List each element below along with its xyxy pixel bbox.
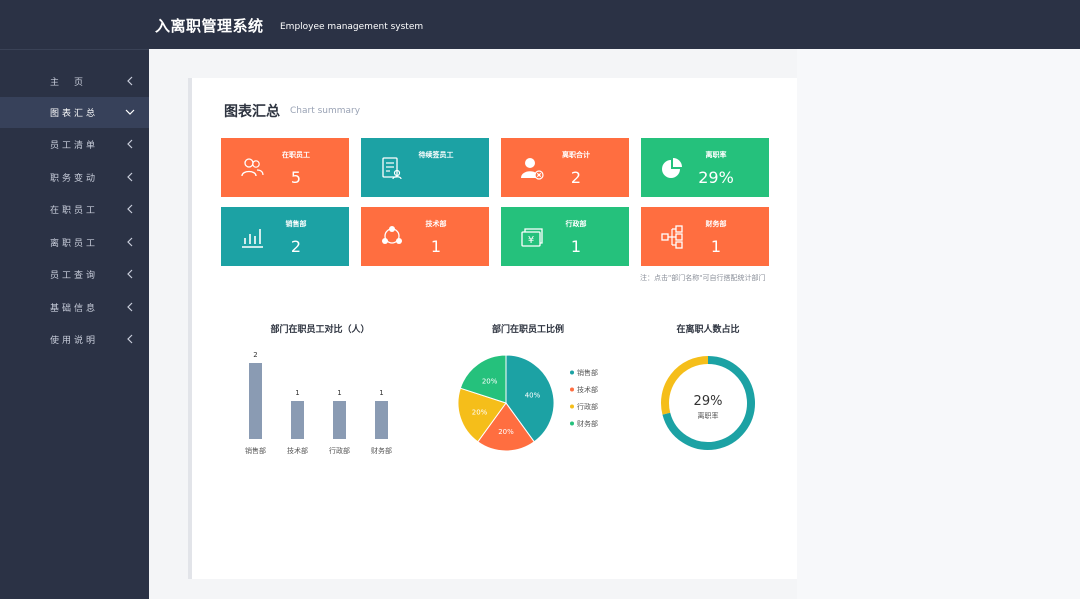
chevron-left-icon — [127, 172, 133, 182]
pie-chart: 40% 20% 20% 20% 销售部技术部行政部财务部 — [457, 354, 598, 452]
tile-value: 29% — [698, 168, 734, 187]
page-title: 图表汇总 — [224, 104, 280, 120]
sidebar: 主 页 图表汇总 员工清单 职务变动 在职员工 离职员工 员工查询 基础信息 使… — [0, 49, 149, 599]
bar-category-label: 行政部 — [329, 446, 350, 455]
pie-slice-label: 40% — [525, 391, 541, 399]
sidebar-item-active-employees[interactable]: 在职员工 — [0, 194, 149, 225]
bar-value-label: 2 — [253, 351, 257, 359]
bar-3[interactable] — [375, 401, 388, 439]
tile-dept-sales[interactable]: 销售部 2 — [221, 207, 349, 266]
tile-label: 财务部 — [705, 220, 727, 228]
tile-dept-tech[interactable]: 技术部 1 — [361, 207, 489, 266]
bar-value-label: 1 — [337, 389, 341, 397]
sidebar-item-employee-search[interactable]: 员工查询 — [0, 259, 149, 290]
pie-slice-label: 20% — [472, 409, 488, 417]
tile-label: 在职员工 — [282, 151, 310, 159]
sidebar-item-chart-summary[interactable]: 图表汇总 — [0, 97, 149, 128]
pie-chart-title: 部门在职员工比例 — [491, 325, 564, 335]
bar-category-label: 财务部 — [371, 446, 392, 455]
tile-value: 2 — [570, 168, 582, 187]
sidebar-item-label: 员工查询 — [50, 271, 99, 281]
legend-marker — [570, 370, 574, 375]
tile-value: 1 — [710, 237, 722, 256]
tile-active-employees[interactable]: 在职员工 5 — [221, 138, 349, 197]
legend-label: 技术部 — [577, 385, 598, 394]
sidebar-item-label: 使用说明 — [50, 336, 99, 346]
tile-pending-renewal[interactable]: 待续签员工 — [361, 138, 489, 197]
chevron-down-icon — [125, 109, 135, 115]
bar-category-label: 技术部 — [287, 446, 308, 455]
donut-center-label: 离职率 — [698, 411, 719, 420]
chevron-left-icon — [127, 139, 133, 149]
page-subtitle: Chart summary — [290, 106, 361, 116]
sidebar-item-label: 图表汇总 — [50, 109, 99, 119]
tile-label: 技术部 — [425, 220, 447, 228]
legend-label: 财务部 — [577, 419, 598, 428]
bar-value-label: 1 — [295, 389, 299, 397]
bar-category-label: 销售部 — [245, 446, 266, 455]
dept-note: 注：点击"部门名称"可自行搭配统计部门 — [640, 274, 766, 282]
sidebar-item-label: 离职员工 — [50, 239, 99, 249]
top-header: 入离职管理系统 Employee management system — [0, 0, 1080, 49]
tile-label: 离职率 — [705, 151, 727, 159]
tile-value: 1 — [570, 237, 582, 256]
bar-value-label: 1 — [379, 389, 383, 397]
bar-chart-title: 部门在职员工对比（人） — [270, 325, 370, 335]
bar-0[interactable] — [249, 363, 262, 439]
sidebar-item-resigned-employees[interactable]: 离职员工 — [0, 227, 149, 258]
legend-marker — [570, 421, 574, 426]
legend-marker — [570, 404, 574, 409]
tile-value: 1 — [430, 237, 442, 256]
bar-2[interactable] — [333, 401, 346, 439]
sidebar-item-job-change[interactable]: 职务变动 — [0, 162, 149, 193]
chevron-left-icon — [127, 76, 133, 86]
sidebar-item-label: 在职员工 — [50, 206, 99, 216]
right-pane — [797, 49, 1080, 599]
sidebar-item-label: 基础信息 — [50, 304, 99, 314]
legend-marker — [570, 387, 574, 392]
sidebar-item-label: 员工清单 — [50, 141, 99, 151]
legend-label: 销售部 — [577, 368, 598, 377]
app-title: 入离职管理系统 — [155, 17, 264, 35]
bar-1[interactable] — [291, 401, 304, 439]
chevron-left-icon — [127, 302, 133, 312]
tile-label: 待续签员工 — [418, 151, 454, 159]
chevron-left-icon — [127, 269, 133, 279]
tile-dept-finance[interactable]: 财务部 1 — [641, 207, 769, 266]
chevron-left-icon — [127, 237, 133, 247]
sidebar-item-basic-info[interactable]: 基础信息 — [0, 292, 149, 323]
pie-slice-label: 20% — [498, 428, 514, 436]
tile-label: 销售部 — [285, 220, 307, 228]
pie-slice-label: 20% — [482, 377, 498, 385]
sidebar-item-employee-list[interactable]: 员工清单 — [0, 129, 149, 160]
tile-value: 2 — [290, 237, 302, 256]
donut-chart-title: 在离职人数占比 — [676, 325, 740, 335]
sidebar-item-instructions[interactable]: 使用说明 — [0, 324, 149, 355]
donut-center-value: 29% — [694, 394, 723, 409]
tile-label: 离职合计 — [562, 151, 590, 159]
chevron-left-icon — [127, 334, 133, 344]
sidebar-item-label: 主 页 — [50, 78, 87, 88]
app-subtitle: Employee management system — [280, 22, 424, 32]
donut-chart: 29% 离职率 — [661, 356, 755, 450]
sidebar-item-home[interactable]: 主 页 — [0, 66, 149, 97]
sidebar-item-label: 职务变动 — [50, 174, 99, 184]
tile-value: 5 — [290, 168, 302, 187]
tile-resigned-total[interactable]: 离职合计 2 — [501, 138, 629, 197]
legend-label: 行政部 — [577, 402, 598, 411]
tile-dept-admin[interactable]: ¥ 行政部 1 — [501, 207, 629, 266]
chevron-left-icon — [127, 204, 133, 214]
bar-chart: 2 销售部 1 技术部 1 行政部 1 财务部 — [245, 351, 392, 455]
tile-label: 行政部 — [565, 220, 587, 228]
tile-turnover-rate[interactable]: 离职率 29% — [641, 138, 769, 197]
